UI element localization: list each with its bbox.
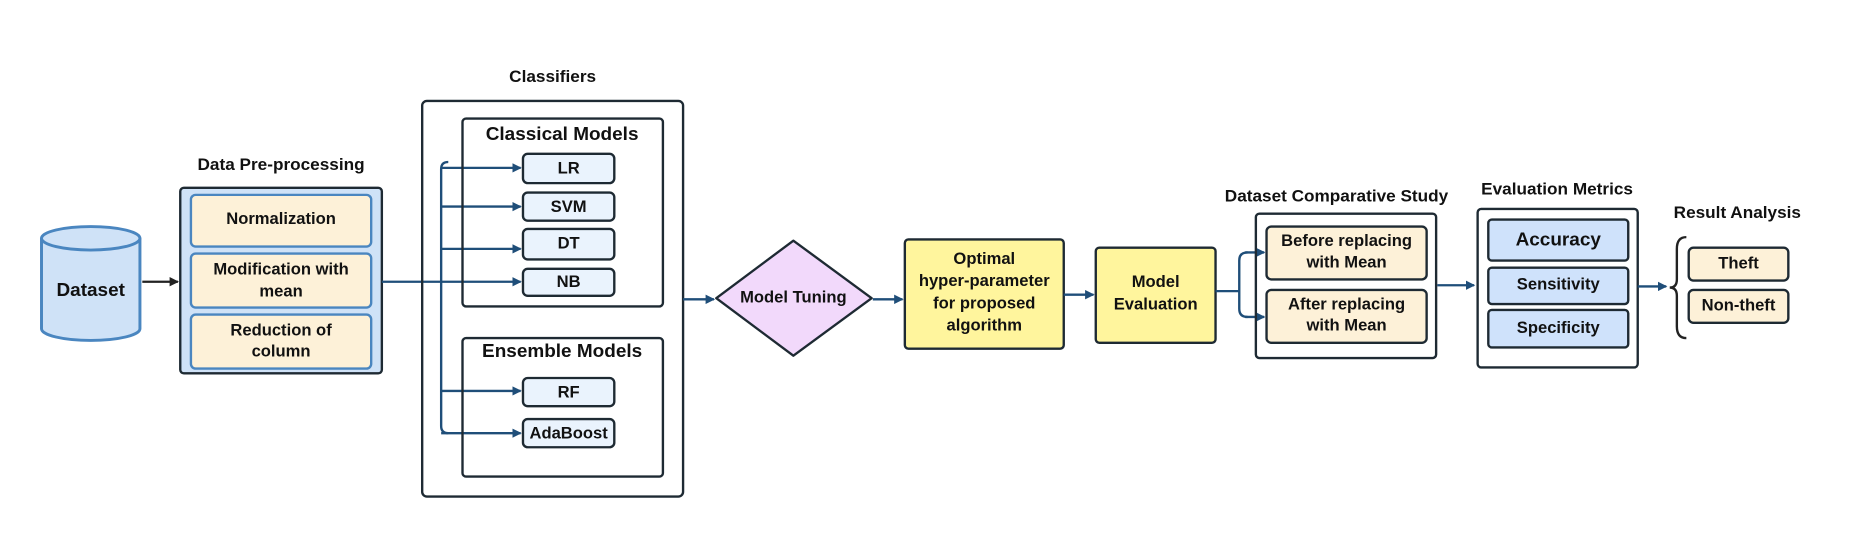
svg-text:with Mean: with Mean bbox=[1305, 317, 1386, 335]
svg-text:After replacing: After replacing bbox=[1288, 296, 1405, 314]
svg-text:algorithm: algorithm bbox=[947, 317, 1023, 335]
comparative-study-title: Dataset Comparative Study bbox=[1225, 187, 1449, 206]
svg-text:NB: NB bbox=[557, 273, 581, 291]
result-theft: Theft bbox=[1687, 246, 1790, 282]
svg-text:Model Tuning: Model Tuning bbox=[740, 289, 847, 307]
optimal-hyperparameter-box: Optimal hyper-parameter for proposed alg… bbox=[903, 238, 1065, 350]
model-rf: RF bbox=[521, 376, 616, 408]
model-dt: DT bbox=[521, 227, 616, 261]
svg-text:Normalization: Normalization bbox=[226, 210, 336, 228]
svg-text:Model: Model bbox=[1132, 273, 1180, 291]
preprocessing-title: Data Pre-processing bbox=[198, 155, 365, 174]
preprocessing-step-normalization: Normalization bbox=[189, 193, 373, 248]
svg-text:LR: LR bbox=[558, 159, 580, 177]
metric-sensitivity: Sensitivity bbox=[1487, 266, 1630, 306]
metric-specificity: Specificity bbox=[1487, 308, 1630, 349]
comparative-after: After replacing with Mean bbox=[1265, 288, 1428, 344]
preprocessing-step-reduction: Reduction of column bbox=[189, 313, 373, 370]
classifier-connectors bbox=[381, 160, 522, 438]
brace-icon bbox=[1669, 235, 1687, 340]
model-nb: NB bbox=[521, 267, 616, 297]
model-evaluation-box: Model Evaluation bbox=[1094, 246, 1217, 344]
svg-text:Modification with: Modification with bbox=[213, 260, 348, 278]
svg-text:Specificity: Specificity bbox=[1517, 319, 1601, 337]
model-tuning-diamond: Model Tuning bbox=[715, 239, 873, 357]
svg-text:Theft: Theft bbox=[1718, 255, 1759, 273]
svg-text:AdaBoost: AdaBoost bbox=[529, 425, 608, 443]
svg-text:for proposed: for proposed bbox=[933, 294, 1035, 312]
comparative-before: Before replacing with Mean bbox=[1265, 225, 1428, 281]
svg-text:Reduction of: Reduction of bbox=[230, 321, 332, 339]
model-svm: SVM bbox=[521, 191, 616, 222]
evaluation-metrics-title: Evaluation Metrics bbox=[1481, 180, 1633, 199]
svg-text:mean: mean bbox=[259, 283, 302, 301]
svg-text:Evaluation: Evaluation bbox=[1114, 296, 1198, 314]
model-adaboost: AdaBoost bbox=[521, 417, 616, 449]
svg-text:hyper-parameter: hyper-parameter bbox=[919, 272, 1050, 290]
svg-text:DT: DT bbox=[558, 235, 580, 253]
dataset-label: Dataset bbox=[56, 279, 125, 300]
svg-text:Optimal: Optimal bbox=[953, 250, 1015, 268]
svg-text:Before replacing: Before replacing bbox=[1281, 232, 1412, 250]
ensemble-models-title: Ensemble Models bbox=[482, 340, 642, 361]
pipeline-diagram: Dataset Data Pre-processing Normalizatio… bbox=[40, 67, 1801, 498]
svg-text:SVM: SVM bbox=[551, 198, 587, 216]
svg-text:with Mean: with Mean bbox=[1305, 253, 1386, 271]
classifiers-title: Classifiers bbox=[509, 67, 596, 86]
svg-text:column: column bbox=[252, 343, 311, 361]
svg-text:Non-theft: Non-theft bbox=[1702, 297, 1776, 315]
preprocessing-step-modification: Modification with mean bbox=[189, 252, 373, 309]
svg-text:RF: RF bbox=[558, 384, 580, 402]
model-lr: LR bbox=[521, 152, 616, 185]
classical-models-title: Classical Models bbox=[486, 123, 639, 144]
result-analysis-title: Result Analysis bbox=[1674, 203, 1801, 222]
dataset-cylinder: Dataset bbox=[40, 225, 142, 342]
svg-text:Sensitivity: Sensitivity bbox=[1517, 276, 1601, 294]
result-non-theft: Non-theft bbox=[1687, 288, 1790, 325]
metric-accuracy: Accuracy bbox=[1487, 218, 1630, 262]
svg-text:Accuracy: Accuracy bbox=[1516, 229, 1602, 250]
